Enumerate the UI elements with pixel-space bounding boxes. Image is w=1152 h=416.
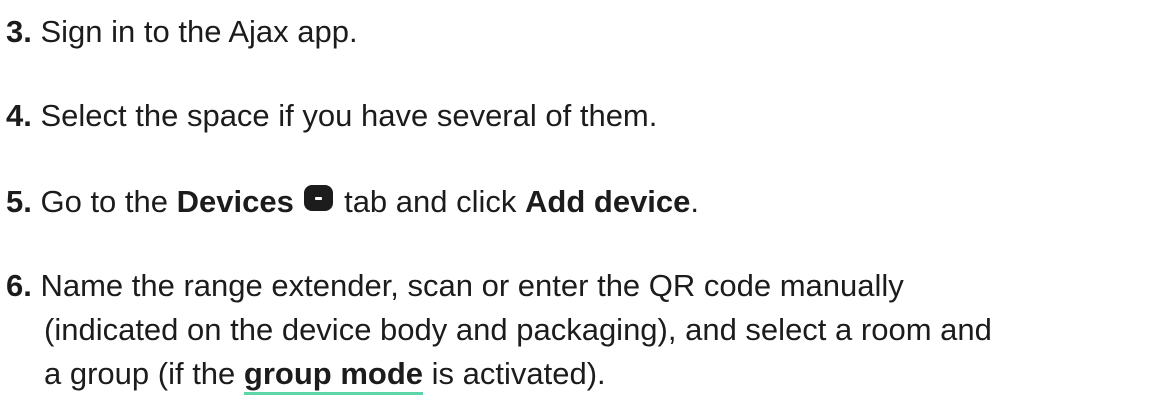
step-text: .: [690, 184, 700, 219]
step-text: is activated).: [423, 356, 606, 391]
step-number: 6.: [6, 268, 32, 303]
step-text-line-1: Name the range extender, scan or enter t…: [31, 268, 904, 303]
add-device-label: Add device: [525, 184, 691, 219]
step-4: 4. Select the space if you have several …: [6, 94, 657, 138]
step-text: tab and click: [335, 184, 526, 219]
step-6: 6. Name the range extender, scan or ente…: [6, 264, 992, 396]
group-mode-link[interactable]: group mode: [243, 356, 424, 395]
step-5: 5. Go to the Devices tab and click Add d…: [6, 180, 699, 224]
step-3: 3. Sign in to the Ajax app.: [6, 10, 358, 54]
step-text: a group (if the: [44, 356, 244, 391]
devices-label: Devices: [176, 184, 294, 219]
step-text: Select the space if you have several of …: [31, 98, 658, 133]
devices-tab-icon: [304, 185, 334, 211]
step-text: Go to the: [31, 184, 177, 219]
instruction-steps: 3. Sign in to the Ajax app. 4. Select th…: [0, 0, 1152, 416]
step-text: Sign in to the Ajax app.: [31, 14, 358, 49]
step-text-line-2: (indicated on the device body and packag…: [44, 312, 992, 347]
step-number: 3.: [6, 14, 32, 49]
step-text-line-3: a group (if the group mode is activated)…: [6, 352, 992, 396]
step-number: 5.: [6, 184, 32, 219]
step-number: 4.: [6, 98, 32, 133]
